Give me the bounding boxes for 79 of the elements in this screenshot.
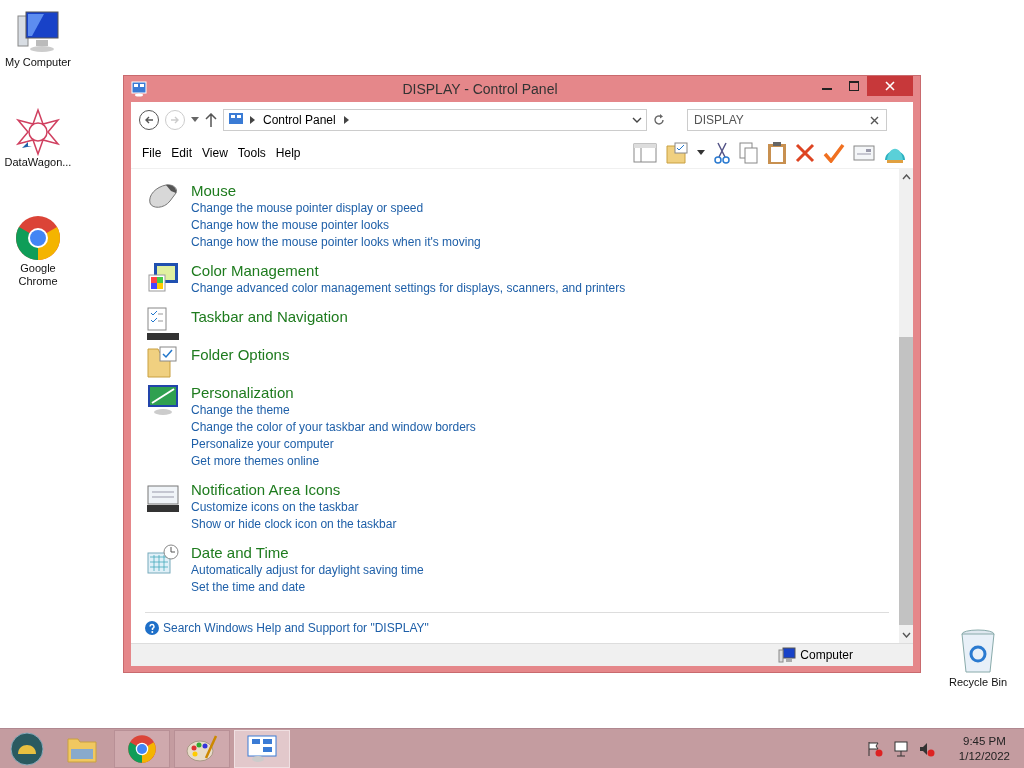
category-link[interactable]: Mouse (191, 181, 481, 200)
refresh-icon[interactable] (653, 114, 665, 126)
mouse-icon (146, 181, 180, 211)
task-link[interactable]: Get more themes online (191, 453, 476, 470)
scrollbar[interactable] (899, 169, 913, 643)
recycle-bin-icon (958, 628, 998, 676)
scroll-up-icon[interactable] (901, 174, 911, 180)
menu-item[interactable]: Help (270, 146, 306, 160)
recent-pages-caret-icon[interactable] (191, 117, 199, 123)
flag-icon[interactable] (866, 740, 883, 757)
category-link[interactable]: Personalization (191, 383, 476, 402)
task-link[interactable]: Change the color of your taskbar and window borders (191, 419, 476, 436)
menu-item[interactable]: File (137, 146, 167, 160)
task-link[interactable]: Automatically adjust for daylight saving time (191, 562, 424, 579)
arrow-right-icon (170, 115, 180, 125)
address-bar[interactable]: Control Panel (223, 109, 647, 131)
task-link[interactable]: Set the time and date (191, 579, 424, 596)
close-icon (885, 81, 895, 91)
clock[interactable]: 9:45 PM 1/12/2022 (958, 733, 1010, 764)
start-orb-icon (10, 731, 44, 766)
help-search-link[interactable]: Search Windows Help and Support for "DISPLAY" (163, 621, 429, 635)
menu-item[interactable]: Edit (166, 146, 198, 160)
clear-icon[interactable] (870, 116, 879, 125)
task-link[interactable]: Customize icons on the taskbar (191, 499, 397, 516)
folder-icon (146, 345, 180, 379)
cut-icon[interactable] (713, 142, 731, 164)
category-link[interactable]: Folder Options (191, 345, 290, 364)
control-panel-icon (246, 733, 278, 764)
monitor-icon (146, 383, 180, 417)
desktop-icon-label[interactable]: Google Chrome (0, 262, 76, 288)
category-link[interactable]: Notification Area Icons (191, 480, 397, 499)
task-link[interactable]: Change the mouse pointer display or speed (191, 200, 481, 217)
breadcrumb-item[interactable]: Control Panel (263, 113, 336, 127)
task-link[interactable]: Change how the mouse pointer looks (191, 217, 481, 234)
taskbar-app-button[interactable] (114, 729, 170, 768)
taskbar-checklist-icon (146, 307, 180, 341)
control-panel-icon (131, 81, 147, 97)
chevron-down-icon[interactable] (632, 117, 642, 123)
chevron-right-icon (343, 116, 349, 124)
maximize-icon (848, 81, 859, 91)
menu-item[interactable]: Tools (232, 146, 271, 160)
star-pattern-icon (14, 108, 62, 156)
caret-icon[interactable] (697, 150, 705, 156)
category-link[interactable]: Color Management (191, 261, 626, 280)
desktop-icon-label[interactable]: Recycle Bin (940, 676, 1016, 689)
arrow-left-icon (144, 115, 154, 125)
color-monitor-icon (146, 261, 180, 295)
close-button[interactable] (867, 76, 913, 96)
clock-time: 9:45 PM (963, 733, 1006, 749)
calendar-clock-icon (146, 543, 180, 577)
checkmark-icon[interactable] (823, 143, 845, 163)
scroll-down-icon[interactable] (901, 632, 911, 638)
category-link[interactable]: Date and Time (191, 543, 424, 562)
computer-icon (778, 647, 797, 663)
search-field[interactable]: DISPLAY (687, 109, 887, 131)
minimize-icon (821, 88, 832, 90)
up-arrow-icon[interactable] (205, 113, 217, 127)
paste-icon[interactable] (767, 141, 787, 165)
category-link[interactable]: Taskbar and Navigation (191, 307, 348, 326)
clock-date: 1/12/2022 (958, 748, 1010, 764)
desktop-icon-label[interactable]: My Computer (0, 56, 76, 69)
paint-palette-icon (186, 733, 218, 764)
chrome-icon (14, 214, 62, 262)
help-icon (145, 621, 159, 635)
properties-icon[interactable] (853, 145, 875, 161)
task-link[interactable]: Show or hide clock icon on the taskbar (191, 516, 397, 533)
task-link[interactable]: Personalize your computer (191, 436, 476, 453)
delete-icon[interactable] (795, 143, 815, 163)
network-icon[interactable] (892, 740, 909, 757)
chevron-right-icon (250, 116, 255, 124)
task-link[interactable]: Change how the mouse pointer looks when it's moving (191, 234, 481, 251)
task-link[interactable]: Change advanced color management settings for displays, scanners, and printers (191, 280, 626, 297)
desktop-icon-label[interactable]: DataWagon... (0, 156, 76, 169)
status-bar-text: Computer (800, 648, 853, 662)
window-title: DISPLAY - Control Panel (401, 81, 559, 97)
task-link[interactable]: Change the theme (191, 402, 476, 419)
menu-item[interactable]: View (197, 146, 233, 160)
chrome-icon (127, 733, 157, 764)
back-button[interactable] (139, 110, 159, 130)
